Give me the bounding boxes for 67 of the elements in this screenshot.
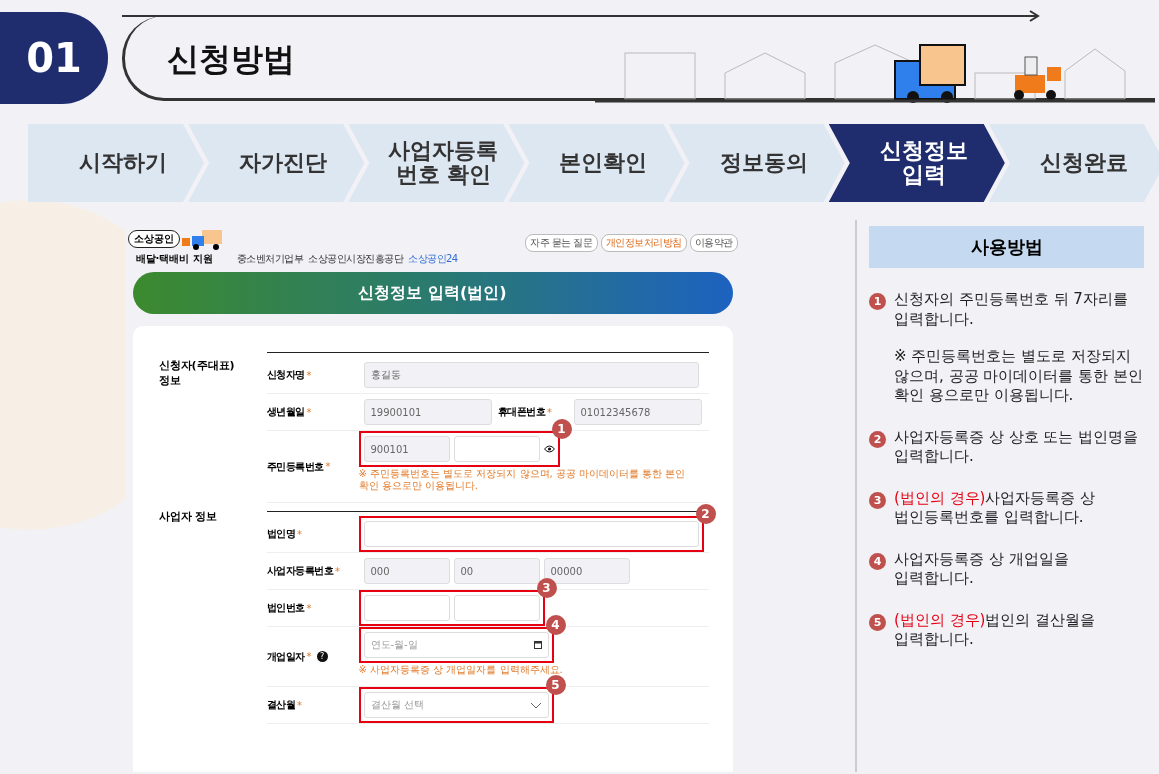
step-marker: 5 (545, 675, 566, 695)
help-icon[interactable]: ? (316, 651, 328, 662)
calendar-icon (533, 641, 542, 649)
logo-text: 배달·택배비 지원 (135, 252, 213, 266)
page-banner: 신청정보 입력(법인) (132, 272, 733, 314)
field-label: 법인명 (266, 527, 295, 541)
input-field[interactable]: 00 (453, 558, 540, 584)
hint-text: ※ 주민등록번호는 별도로 저장되지 않으며, 공공 마이데이터를 통한 본인 확인 용으로만 이용됩니다. (358, 468, 687, 492)
input-field[interactable]: 01012345678 (573, 399, 702, 425)
agency-logo: 소상공인24 (408, 252, 458, 266)
required-mark: * (335, 565, 340, 577)
required-mark: * (306, 369, 312, 381)
step-marker: 5 (869, 613, 886, 631)
field-label: 사업자등록번호 (266, 564, 333, 578)
instruction-text: 사업자등록증 상 상호 또는 법인명을 입력합니다. (894, 427, 1140, 467)
step-marker: 3 (869, 491, 886, 509)
hint-text: ※ 사업자등록증 상 개업일자를 입력해주세요. (358, 664, 564, 676)
required-mark: * (297, 528, 302, 540)
header-link[interactable]: 자주 묻는 질문 (525, 234, 598, 252)
field-label: 법인번호 (266, 601, 305, 615)
agency-logo: 중소벤처기업부 (236, 252, 303, 266)
section-title: 신청방법 (167, 39, 295, 80)
logo-badge: 소상공인 (127, 230, 180, 248)
required-mark: * (547, 406, 552, 418)
instruction-text: (법인의 경우)법인의 결산월을 입력합니다. (894, 610, 1097, 650)
guide-title: 사용방법 (869, 226, 1144, 268)
chevron-down-icon (529, 701, 542, 709)
required-mark: * (306, 602, 312, 614)
field-label: 개업일자 (266, 649, 305, 664)
instruction-text: 신청자의 주민등록번호 뒤 7자리를 입력합니다. (894, 290, 1129, 329)
section-number: 01 (0, 12, 108, 104)
step-marker: 1 (551, 419, 572, 439)
step-marker: 2 (869, 430, 886, 448)
required-mark: * (306, 651, 312, 662)
field-label: 결산월 (266, 698, 295, 712)
arrow-icon (122, 10, 1042, 22)
select-field[interactable]: 결산월 선택 (363, 692, 549, 718)
step-marker: 1 (869, 293, 886, 310)
section-heading: 신청자(주대표) 정보 (158, 358, 236, 389)
input-field[interactable] (453, 436, 540, 462)
note-text: ※ 주민등록번호는 별도로 저장되지 않으며, 공공 마이데이터를 통한 본인 확인 용으로만 이용됩니다. (894, 347, 1144, 406)
header-link[interactable]: 이용약관 (689, 234, 738, 252)
input-field[interactable] (363, 595, 450, 621)
required-mark: * (297, 699, 302, 711)
field-label: 신청자명 (266, 368, 305, 382)
field-label: 생년월일 (266, 405, 305, 419)
section-heading: 사업자 정보 (158, 509, 219, 525)
required-mark: * (306, 406, 312, 418)
step-marker: 4 (869, 552, 886, 570)
agency-logo: 소상공인시장진흥공단 (308, 252, 403, 266)
input-field[interactable]: 19900101 (363, 399, 492, 425)
step-marker: 3 (536, 578, 557, 598)
input-field[interactable]: 000 (363, 558, 450, 584)
required-mark: * (325, 461, 331, 472)
instruction-text: (법인의 경우)사업자등록증 상 법인등록번호를 입력합니다. (894, 488, 1097, 528)
input-field[interactable]: 홍길동 (363, 362, 699, 388)
eye-icon[interactable] (543, 445, 555, 453)
input-field[interactable]: 00000 (543, 558, 630, 584)
instruction-text: 사업자등록증 상 개업일을 입력합니다. (894, 549, 1070, 589)
header-link[interactable]: 개인정보처리방침 (600, 234, 687, 252)
step-marker: 4 (545, 615, 566, 635)
field-label: 휴대폰번호 (497, 405, 545, 419)
step-marker: 2 (695, 504, 716, 524)
input-field[interactable]: 900101 (363, 436, 450, 462)
date-field[interactable]: 연도-월-일 (363, 632, 549, 658)
field-label: 주민등록번호 (266, 459, 324, 474)
input-field[interactable] (453, 595, 540, 621)
